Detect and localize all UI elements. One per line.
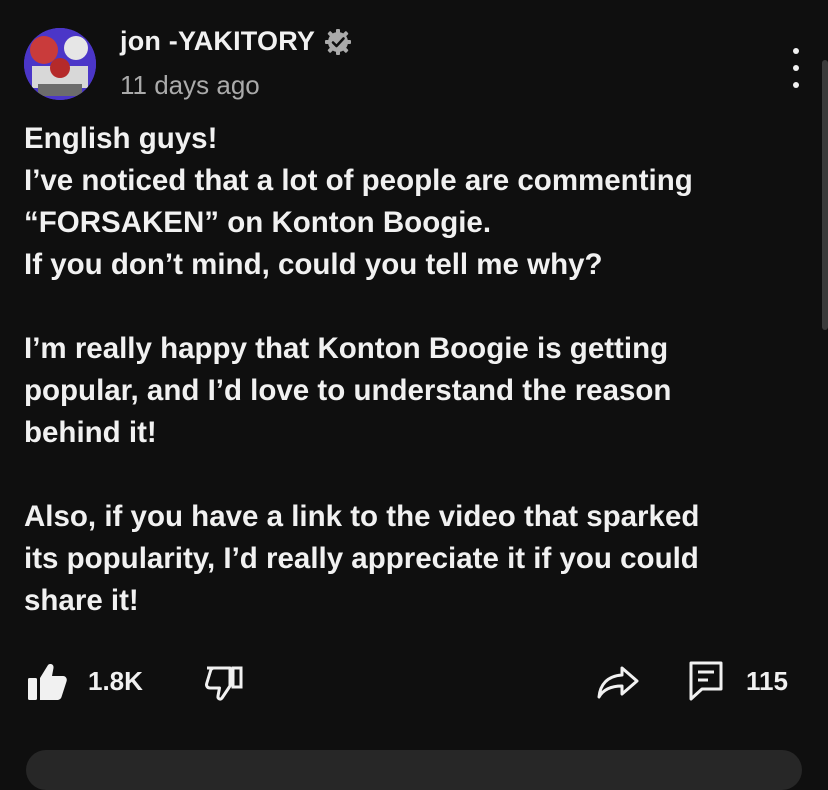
comment-line: behind it!	[24, 416, 157, 449]
avatar-image	[24, 28, 96, 100]
comment-text: English guys! I’ve noticed that a lot of…	[24, 118, 814, 622]
dislike-button-icon[interactable]	[204, 664, 244, 702]
scrollbar[interactable]	[822, 60, 828, 330]
comment-timestamp: 11 days ago	[120, 70, 260, 100]
comment-line: share it!	[24, 584, 139, 617]
avatar[interactable]	[24, 28, 96, 100]
comment-actions: 1.8K 115	[0, 650, 828, 710]
like-count: 1.8K	[88, 666, 143, 696]
more-options-icon[interactable]	[786, 48, 806, 88]
comment-line: English guys!	[24, 122, 218, 155]
author-row: jon -YAKITORY	[120, 26, 352, 57]
reply-count: 115	[746, 666, 788, 696]
comment-line: If you don’t mind, could you tell me why…	[24, 248, 603, 281]
comment-line: I’ve noticed that a lot of people are co…	[24, 164, 693, 197]
comment-line: “FORSAKEN” on Konton Boogie.	[24, 206, 492, 239]
verified-badge-icon	[325, 28, 352, 55]
comment-line: popular, and I’d love to understand the …	[24, 374, 672, 407]
comment-line: I’m really happy that Konton Boogie is g…	[24, 332, 669, 365]
dot	[793, 82, 799, 88]
reply-input-bar[interactable]	[26, 750, 802, 790]
author-name[interactable]: jon -YAKITORY	[120, 26, 315, 57]
like-button-icon[interactable]	[26, 662, 68, 702]
dot	[793, 65, 799, 71]
reply-button-icon[interactable]	[688, 660, 724, 702]
dot	[793, 48, 799, 54]
share-button-icon[interactable]	[596, 664, 640, 700]
comment-line: its popularity, I’d really appreciate it…	[24, 542, 699, 575]
comment-line: Also, if you have a link to the video th…	[24, 500, 700, 533]
